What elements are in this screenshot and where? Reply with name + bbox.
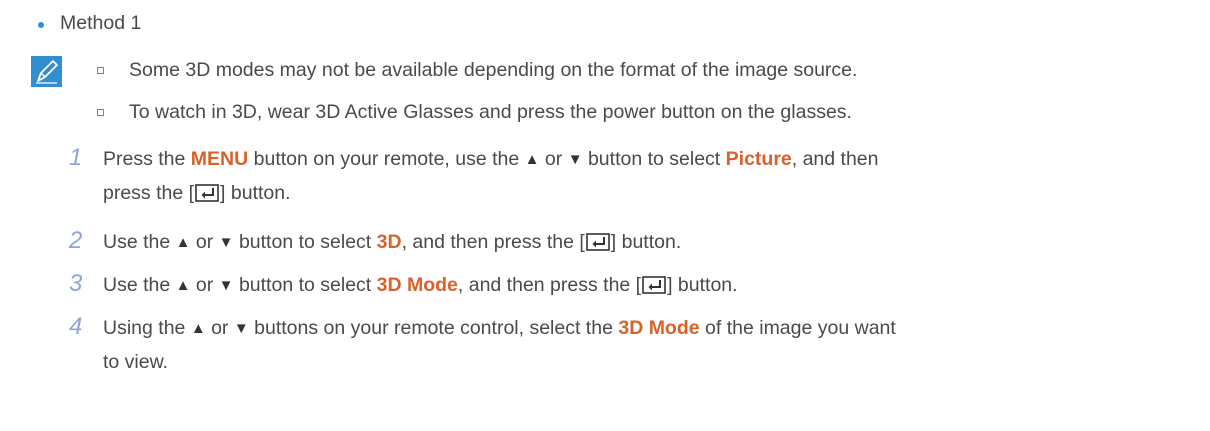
down-arrow-icon: ▼ bbox=[233, 320, 249, 337]
step-text-part: or bbox=[539, 148, 568, 170]
step-text-part: of the image you want bbox=[699, 317, 896, 339]
step-text-part: button to select bbox=[233, 274, 377, 296]
step-text-part: , and then press the [ bbox=[457, 274, 642, 296]
step-text-part: Use the bbox=[103, 231, 176, 253]
step-text-part: buttons on your remote control, select t… bbox=[248, 317, 619, 339]
note-item: Some 3D modes may not be available depen… bbox=[129, 59, 858, 81]
step-text-part: button to select bbox=[582, 148, 726, 170]
note-item: To watch in 3D, wear 3D Active Glasses a… bbox=[129, 101, 852, 123]
step-text-part: Use the bbox=[103, 274, 176, 296]
down-arrow-icon: ▼ bbox=[218, 277, 234, 294]
step-text-part: ] button. bbox=[667, 274, 738, 296]
step-text-part: , and then bbox=[791, 148, 879, 170]
enter-key-icon bbox=[195, 183, 219, 202]
step-text-part: Using the bbox=[103, 317, 191, 339]
step-text-part: ] button. bbox=[220, 182, 291, 204]
step-text-part: ] button. bbox=[610, 231, 682, 253]
step-text: Press the MENU button on your remote, us… bbox=[103, 146, 879, 174]
step-text: Use the ▲ or ▼ button to select 3D, and … bbox=[103, 229, 681, 257]
down-arrow-icon: ▼ bbox=[567, 151, 583, 168]
method-heading: Method 1 bbox=[60, 12, 142, 34]
step-number: 3 bbox=[69, 270, 83, 297]
step-text-part: press the [ bbox=[103, 182, 195, 204]
step-text-part: or bbox=[205, 317, 234, 339]
step-text-part: or bbox=[190, 274, 219, 296]
step-text-part: button to select bbox=[233, 231, 377, 253]
note-bullet-icon bbox=[97, 109, 104, 116]
note-bullet-icon bbox=[97, 67, 104, 74]
note-pencil-icon bbox=[31, 56, 62, 87]
step-text: Use the ▲ or ▼ button to select 3D Mode,… bbox=[103, 272, 738, 300]
step-text-part: button on your remote, use the bbox=[248, 148, 525, 170]
step-text-part: Press the bbox=[103, 148, 191, 170]
up-arrow-icon: ▲ bbox=[524, 151, 540, 168]
step-text: Using the ▲ or ▼ buttons on your remote … bbox=[103, 315, 896, 343]
menu-button-label: MENU bbox=[190, 148, 249, 170]
step-text-continued: to view. bbox=[103, 351, 169, 373]
step-text-part: , and then press the [ bbox=[401, 231, 585, 253]
enter-key-icon bbox=[642, 275, 666, 294]
step-text-continued: press the [ ] button. bbox=[103, 180, 291, 206]
picture-menu-label: Picture bbox=[725, 148, 792, 170]
enter-key-icon bbox=[585, 232, 610, 251]
bullet-dot-icon bbox=[38, 22, 44, 28]
step-number: 2 bbox=[69, 227, 83, 254]
up-arrow-icon: ▲ bbox=[190, 320, 206, 337]
up-arrow-icon: ▲ bbox=[175, 234, 191, 251]
step-number: 4 bbox=[69, 313, 83, 340]
up-arrow-icon: ▲ bbox=[175, 277, 191, 294]
step-text-part: or bbox=[190, 231, 219, 253]
down-arrow-icon: ▼ bbox=[218, 234, 234, 251]
step-number: 1 bbox=[69, 144, 83, 171]
3d-mode-menu-label: 3D Mode bbox=[618, 317, 700, 339]
3d-menu-label: 3D bbox=[376, 231, 402, 253]
3d-mode-menu-label: 3D Mode bbox=[376, 274, 458, 296]
